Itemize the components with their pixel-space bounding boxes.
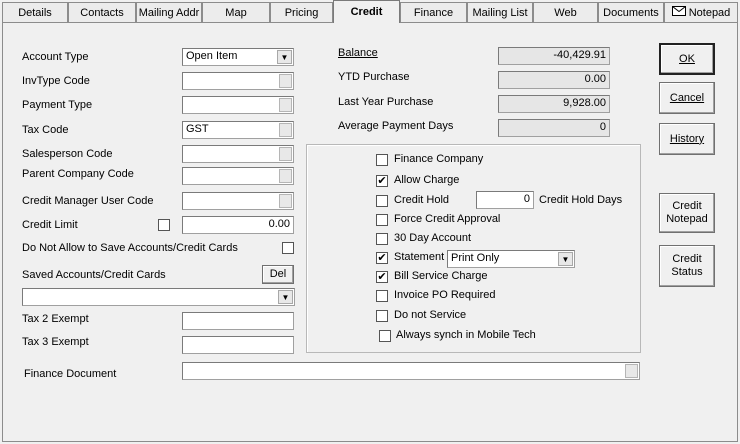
chevron-down-icon[interactable]: ▼ bbox=[277, 50, 292, 64]
no-save-accounts-label: Do Not Allow to Save Accounts/Credit Car… bbox=[22, 242, 238, 254]
tab-mailing-addr[interactable]: Mailing Addr bbox=[136, 2, 202, 22]
lookup-button[interactable] bbox=[279, 194, 292, 208]
parent-company-code-field[interactable] bbox=[182, 167, 294, 185]
force-credit-approval-checkbox[interactable] bbox=[376, 214, 388, 226]
lookup-button[interactable] bbox=[279, 123, 292, 137]
tab-pricing[interactable]: Pricing bbox=[270, 2, 333, 22]
finance-document-label: Finance Document bbox=[24, 368, 117, 380]
parent-company-code-label: Parent Company Code bbox=[22, 168, 134, 180]
30-day-account-checkbox[interactable] bbox=[376, 233, 388, 245]
lookup-button[interactable] bbox=[279, 98, 292, 112]
ytd-purchase-value: 0.00 bbox=[498, 71, 610, 89]
check-icon: ✔ bbox=[377, 175, 387, 187]
statement-checkbox[interactable]: ✔ bbox=[376, 252, 388, 264]
tax-code-label: Tax Code bbox=[22, 124, 69, 136]
credit-hold-label: Credit Hold bbox=[394, 194, 450, 206]
no-save-accounts-checkbox[interactable] bbox=[282, 242, 294, 254]
chevron-down-icon[interactable]: ▼ bbox=[558, 252, 573, 266]
check-icon: ✔ bbox=[377, 271, 387, 283]
credit-limit-field[interactable]: 0.00 bbox=[182, 216, 294, 234]
tab-notepad-label: Notepad bbox=[688, 6, 731, 19]
tab-contacts[interactable]: Contacts bbox=[68, 2, 136, 22]
statement-select[interactable]: Print Only ▼ bbox=[447, 250, 575, 268]
tab-web[interactable]: Web bbox=[533, 2, 598, 22]
force-credit-approval-label: Force Credit Approval bbox=[394, 213, 501, 225]
account-type-value: Open Item bbox=[186, 50, 238, 62]
invtype-code-field[interactable] bbox=[182, 72, 294, 90]
invoice-po-required-label: Invoice PO Required bbox=[394, 289, 496, 301]
history-button[interactable]: History bbox=[659, 123, 715, 155]
tab-map[interactable]: Map bbox=[202, 2, 270, 22]
credit-status-button[interactable]: Credit Status bbox=[659, 245, 715, 287]
check-icon: ✔ bbox=[377, 252, 387, 264]
tab-notepad[interactable]: Notepad bbox=[664, 2, 738, 22]
chevron-down-icon[interactable]: ▼ bbox=[278, 290, 293, 304]
balance-link[interactable]: Balance bbox=[338, 47, 378, 59]
envelope-icon bbox=[671, 6, 686, 19]
tax3-exempt-field[interactable] bbox=[182, 336, 294, 354]
del-button[interactable]: Del bbox=[262, 265, 294, 284]
lookup-button[interactable] bbox=[625, 364, 638, 378]
finance-company-checkbox[interactable] bbox=[376, 154, 388, 166]
allow-charge-label: Allow Charge bbox=[394, 174, 460, 186]
credit-manager-field[interactable] bbox=[182, 192, 294, 210]
invoice-po-required-checkbox[interactable] bbox=[376, 290, 388, 302]
tab-credit[interactable]: Credit bbox=[333, 0, 400, 23]
do-not-service-label: Do not Service bbox=[394, 309, 467, 321]
saved-accounts-select[interactable]: ▼ bbox=[22, 288, 295, 306]
statement-value: Print Only bbox=[451, 252, 500, 264]
bill-service-charge-label: Bill Service Charge bbox=[394, 270, 488, 282]
lookup-button[interactable] bbox=[279, 147, 292, 161]
payment-type-field[interactable] bbox=[182, 96, 294, 114]
finance-company-label: Finance Company bbox=[394, 153, 484, 165]
tax2-exempt-label: Tax 2 Exempt bbox=[22, 313, 89, 325]
account-type-select[interactable]: Open Item ▼ bbox=[182, 48, 294, 66]
salesperson-code-field[interactable] bbox=[182, 145, 294, 163]
balance-value: -40,429.91 bbox=[498, 47, 610, 65]
invtype-code-label: InvType Code bbox=[22, 75, 90, 87]
30-day-account-label: 30 Day Account bbox=[394, 232, 472, 244]
ytd-purchase-label: YTD Purchase bbox=[338, 71, 410, 83]
allow-charge-checkbox[interactable]: ✔ bbox=[376, 175, 388, 187]
credit-notepad-button[interactable]: Credit Notepad bbox=[659, 193, 715, 233]
credit-hold-checkbox[interactable] bbox=[376, 195, 388, 207]
payment-type-label: Payment Type bbox=[22, 99, 93, 111]
credit-limit-checkbox[interactable] bbox=[158, 219, 170, 231]
account-type-label: Account Type bbox=[22, 51, 89, 63]
tax3-exempt-label: Tax 3 Exempt bbox=[22, 336, 89, 348]
last-year-purchase-label: Last Year Purchase bbox=[338, 96, 434, 108]
options-group bbox=[306, 144, 641, 353]
tab-mailing-list[interactable]: Mailing List bbox=[467, 2, 533, 22]
lookup-button[interactable] bbox=[279, 169, 292, 183]
finance-document-field[interactable] bbox=[182, 362, 640, 380]
cancel-button[interactable]: Cancel bbox=[659, 82, 715, 114]
salesperson-code-label: Salesperson Code bbox=[22, 148, 113, 160]
credit-limit-label: Credit Limit bbox=[22, 219, 78, 231]
always-synch-checkbox[interactable] bbox=[379, 330, 391, 342]
tab-finance[interactable]: Finance bbox=[400, 2, 467, 22]
always-synch-label: Always synch in Mobile Tech bbox=[396, 329, 536, 341]
bill-service-charge-checkbox[interactable]: ✔ bbox=[376, 271, 388, 283]
avg-payment-days-label: Average Payment Days bbox=[338, 120, 454, 132]
last-year-purchase-value: 9,928.00 bbox=[498, 95, 610, 113]
tax2-exempt-field[interactable] bbox=[182, 312, 294, 330]
saved-accounts-label: Saved Accounts/Credit Cards bbox=[22, 269, 166, 281]
credit-hold-days-field[interactable]: 0 bbox=[476, 191, 534, 209]
ok-button[interactable]: OK bbox=[659, 43, 715, 75]
tax-code-field[interactable]: GST bbox=[182, 121, 294, 139]
statement-label: Statement bbox=[394, 251, 445, 263]
lookup-button[interactable] bbox=[279, 74, 292, 88]
tab-details[interactable]: Details bbox=[2, 2, 68, 22]
credit-manager-label: Credit Manager User Code bbox=[22, 195, 154, 207]
tab-documents[interactable]: Documents bbox=[598, 2, 664, 22]
do-not-service-checkbox[interactable] bbox=[376, 310, 388, 322]
credit-hold-days-label: Credit Hold Days bbox=[539, 194, 623, 206]
avg-payment-days-value: 0 bbox=[498, 119, 610, 137]
